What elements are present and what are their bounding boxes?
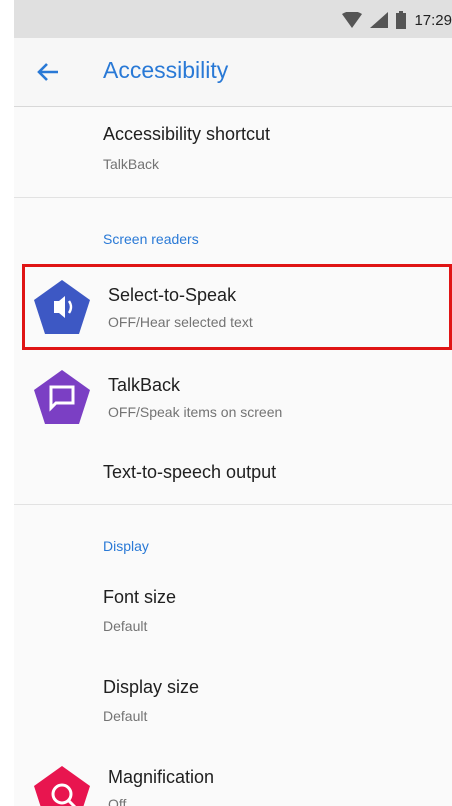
page-title: Accessibility	[103, 57, 229, 83]
item-title: Font size	[103, 587, 177, 607]
battery-icon	[396, 11, 407, 29]
item-title: Magnification	[108, 767, 215, 787]
highlight-box	[22, 264, 452, 350]
divider	[14, 197, 452, 198]
accessibility-shortcut-item[interactable]: Accessibility shortcut TalkBack	[14, 107, 452, 197]
item-summary: Default	[103, 618, 148, 634]
item-title: Text-to-speech output	[103, 462, 277, 482]
wifi-icon	[342, 12, 363, 28]
arrow-back-icon[interactable]	[34, 58, 62, 86]
signal-icon	[370, 12, 389, 28]
talkback-item[interactable]: TalkBack OFF/Speak items on screen	[14, 354, 452, 442]
divider	[14, 504, 452, 505]
item-summary: Off	[108, 796, 127, 806]
item-title: Accessibility shortcut	[103, 124, 271, 144]
app-bar: Accessibility	[14, 38, 452, 107]
settings-screen: 17:29 Accessibility Accessibility shortc…	[14, 0, 452, 806]
item-summary: Default	[103, 708, 148, 724]
status-bar: 17:29	[14, 0, 452, 38]
magnification-icon	[34, 766, 90, 806]
status-time: 17:29	[414, 11, 452, 29]
display-size-item[interactable]: Display size Default	[14, 658, 452, 748]
magnification-item[interactable]: Magnification Off	[14, 748, 452, 806]
tts-output-item[interactable]: Text-to-speech output	[14, 442, 452, 504]
font-size-item[interactable]: Font size Default	[14, 568, 452, 658]
item-title: TalkBack	[108, 375, 181, 395]
status-icons: 17:29	[342, 9, 452, 31]
item-summary: TalkBack	[103, 156, 160, 172]
talkback-icon	[34, 370, 90, 424]
section-header-display: Display	[103, 538, 149, 554]
item-title: Display size	[103, 677, 200, 697]
section-header-screen-readers: Screen readers	[103, 231, 199, 247]
item-summary: OFF/Speak items on screen	[108, 404, 283, 420]
